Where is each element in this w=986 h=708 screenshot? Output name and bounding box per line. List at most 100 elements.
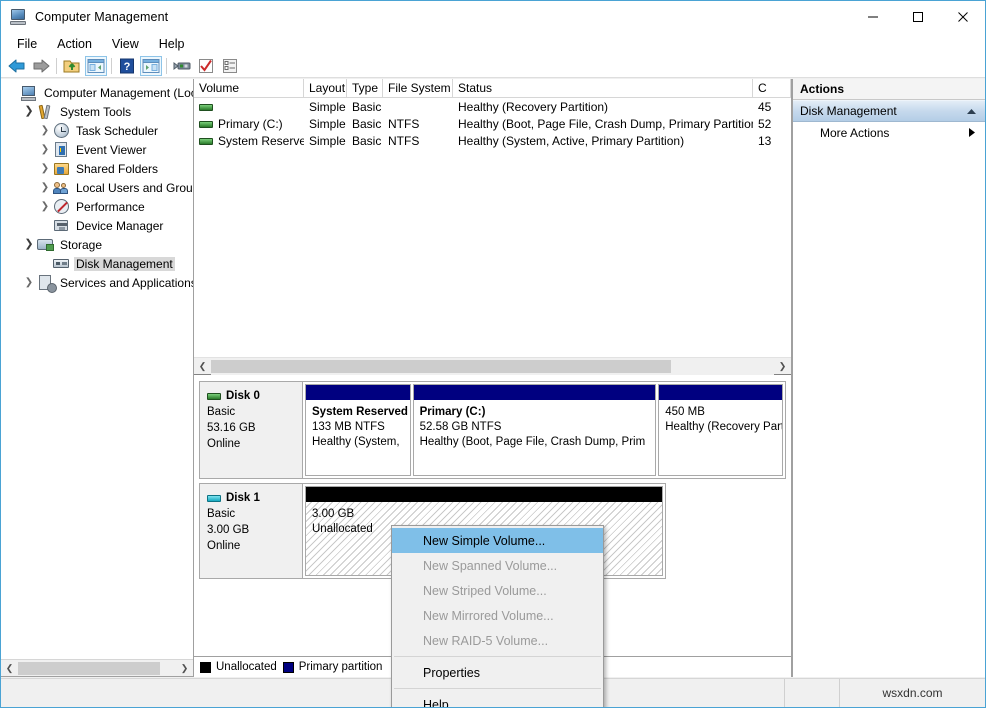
chevron-right-icon[interactable]: ❯ <box>21 275 37 291</box>
disk-state: Online <box>207 538 295 554</box>
sidebar-item-task-scheduler[interactable]: ❯ Task Scheduler <box>5 121 193 140</box>
event-viewer-icon <box>53 142 70 158</box>
table-row[interactable]: Primary (C:) Simple Basic NTFS Healthy (… <box>194 115 791 132</box>
column-header-volume[interactable]: Volume <box>194 79 304 97</box>
partition-status: Healthy (Recovery Part <box>665 420 776 435</box>
back-arrow-icon[interactable] <box>5 55 29 77</box>
volume-list-horizontal-scrollbar[interactable]: ❮ ❯ <box>194 357 791 374</box>
disk-info-0[interactable]: Disk 0 Basic 53.16 GB Online <box>199 381 303 479</box>
chevron-right-icon[interactable]: ❯ <box>37 199 53 215</box>
twisty-none <box>5 85 21 101</box>
table-row[interactable]: System Reserved Simple Basic NTFS Health… <box>194 132 791 149</box>
cell-capacity: 52 <box>753 117 791 131</box>
scroll-track[interactable] <box>211 358 774 375</box>
computer-management-window: Computer Management File Action View Hel… <box>0 0 986 708</box>
scroll-left-arrow-icon[interactable]: ❮ <box>194 358 211 375</box>
storage-icon <box>37 237 54 253</box>
disk-info-1[interactable]: Disk 1 Basic 3.00 GB Online <box>199 483 303 579</box>
minimize-button[interactable] <box>850 1 895 33</box>
sidebar-item-services-and-applications[interactable]: ❯ Services and Applications <box>5 273 193 292</box>
scroll-thumb[interactable] <box>211 360 671 373</box>
disk-icon <box>207 495 221 502</box>
chevron-right-icon[interactable]: ❯ <box>37 180 53 196</box>
cell-layout: Simple <box>304 134 347 148</box>
partition-status: Healthy (System, <box>312 435 404 450</box>
sidebar-item-label: Shared Folders <box>74 162 160 176</box>
column-header-layout[interactable]: Layout <box>304 79 347 97</box>
context-menu-item-properties[interactable]: Properties <box>392 660 603 685</box>
context-menu-item-new-striped-volume: New Striped Volume... <box>392 578 603 603</box>
menu-view[interactable]: View <box>102 35 149 53</box>
chevron-up-icon[interactable] <box>966 104 977 118</box>
cell-type: Basic <box>347 117 383 131</box>
legend-item-unallocated: Unallocated <box>200 661 277 673</box>
partition-recovery[interactable]: 450 MB Healthy (Recovery Part <box>658 384 783 476</box>
partition-primary-c[interactable]: Primary (C:) 52.58 GB NTFS Healthy (Boot… <box>413 384 657 476</box>
twisty-none <box>37 256 53 272</box>
export-list-icon[interactable] <box>218 55 242 77</box>
refresh-icon[interactable] <box>194 55 218 77</box>
sidebar-item-computer-management[interactable]: Computer Management (Local <box>5 83 193 102</box>
scroll-right-arrow-icon[interactable]: ❯ <box>774 358 791 375</box>
partition-color-bar <box>306 487 662 502</box>
sidebar-item-storage[interactable]: ❯ Storage <box>5 235 193 254</box>
action-more-actions[interactable]: More Actions <box>793 122 985 144</box>
sidebar-item-system-tools[interactable]: ❯ System Tools <box>5 102 193 121</box>
scroll-left-arrow-icon[interactable]: ❮ <box>1 660 18 677</box>
volume-icon <box>199 104 213 111</box>
shared-folders-icon <box>53 161 70 177</box>
clock-icon <box>53 123 70 139</box>
column-header-type[interactable]: Type <box>347 79 383 97</box>
cell-volume: System Reserved <box>218 134 304 148</box>
console-tree-pane: Computer Management (Local ❯ System Tool… <box>1 79 194 677</box>
triangle-right-icon <box>969 126 975 140</box>
close-button[interactable] <box>940 1 985 33</box>
volume-icon <box>199 138 213 145</box>
sidebar-item-event-viewer[interactable]: ❯ Event Viewer <box>5 140 193 159</box>
disk-row-0[interactable]: Disk 0 Basic 53.16 GB Online System Rese… <box>199 381 786 479</box>
console-tree: Computer Management (Local ❯ System Tool… <box>1 79 193 292</box>
up-folder-icon[interactable] <box>60 55 84 77</box>
context-menu-separator <box>394 688 601 689</box>
services-icon <box>37 275 54 291</box>
scroll-thumb[interactable] <box>18 662 160 675</box>
sidebar-item-performance[interactable]: ❯ Performance <box>5 197 193 216</box>
tree-horizontal-scrollbar[interactable]: ❮ ❯ <box>1 659 193 676</box>
scroll-right-arrow-icon[interactable]: ❯ <box>176 660 193 677</box>
context-menu: New Simple Volume... New Spanned Volume.… <box>391 525 604 708</box>
cell-file-system: NTFS <box>383 117 453 131</box>
sidebar-item-device-manager[interactable]: Device Manager <box>5 216 193 235</box>
partition-system-reserved[interactable]: System Reserved 133 MB NTFS Healthy (Sys… <box>305 384 411 476</box>
sidebar-item-disk-management[interactable]: Disk Management <box>5 254 193 273</box>
partition-color-bar <box>414 385 656 400</box>
column-header-capacity[interactable]: C <box>753 79 791 97</box>
menu-file[interactable]: File <box>7 35 47 53</box>
properties-icon[interactable] <box>170 55 194 77</box>
chevron-right-icon[interactable]: ❯ <box>37 161 53 177</box>
chevron-right-icon[interactable]: ❯ <box>37 123 53 139</box>
column-header-status[interactable]: Status <box>453 79 753 97</box>
sidebar-item-local-users-and-groups[interactable]: ❯ Local Users and Groups <box>5 178 193 197</box>
cell-file-system: NTFS <box>383 134 453 148</box>
cell-layout: Simple <box>304 117 347 131</box>
chevron-down-icon[interactable]: ❯ <box>21 237 37 253</box>
maximize-button[interactable] <box>895 1 940 33</box>
chevron-down-icon[interactable]: ❯ <box>21 104 37 120</box>
show-hide-console-tree-icon[interactable] <box>84 55 108 77</box>
column-header-file-system[interactable]: File System <box>383 79 453 97</box>
show-hide-action-pane-icon[interactable] <box>139 55 163 77</box>
context-menu-item-new-simple-volume[interactable]: New Simple Volume... <box>392 528 603 553</box>
menu-help[interactable]: Help <box>149 35 195 53</box>
menu-action[interactable]: Action <box>47 35 102 53</box>
chevron-right-icon[interactable]: ❯ <box>37 142 53 158</box>
legend-item-primary-partition: Primary partition <box>283 661 383 673</box>
forward-arrow-icon[interactable] <box>29 55 53 77</box>
actions-group-disk-management[interactable]: Disk Management <box>793 100 985 122</box>
sidebar-item-shared-folders[interactable]: ❯ Shared Folders <box>5 159 193 178</box>
help-icon[interactable]: ? <box>115 55 139 77</box>
scroll-track[interactable] <box>18 660 176 677</box>
table-row[interactable]: Simple Basic Healthy (Recovery Partition… <box>194 98 791 115</box>
twisty-none <box>37 218 53 234</box>
partition-size: 450 MB <box>665 405 776 420</box>
context-menu-item-help[interactable]: Help <box>392 692 603 708</box>
